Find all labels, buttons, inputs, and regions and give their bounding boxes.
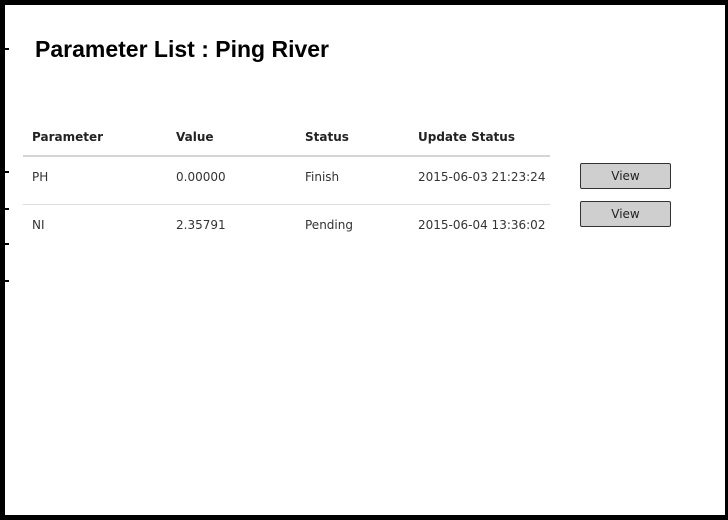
edge-tick bbox=[5, 280, 9, 282]
page-title: Parameter List : Ping River bbox=[35, 36, 329, 62]
edge-tick bbox=[5, 208, 9, 210]
view-button-ni[interactable]: View bbox=[580, 201, 671, 227]
view-button-ph[interactable]: View bbox=[580, 163, 671, 189]
parameter-cell: PH bbox=[32, 170, 49, 184]
edge-tick bbox=[5, 48, 9, 50]
table-row: PH 0.00000 Finish 2015-06-03 21:23:24 bbox=[23, 157, 550, 205]
edge-tick bbox=[5, 243, 9, 245]
edge-tick bbox=[5, 171, 9, 173]
column-header-status: Status bbox=[305, 130, 349, 144]
parameter-table: Parameter Value Status Update Status PH … bbox=[23, 120, 550, 252]
value-cell: 2.35791 bbox=[176, 218, 226, 232]
page-frame bbox=[0, 0, 728, 520]
update-status-cell: 2015-06-03 21:23:24 bbox=[418, 170, 546, 184]
parameter-cell: NI bbox=[32, 218, 45, 232]
update-status-cell: 2015-06-04 13:36:02 bbox=[418, 218, 546, 232]
status-cell: Pending bbox=[305, 218, 353, 232]
table-header: Parameter Value Status Update Status bbox=[23, 120, 550, 157]
status-cell: Finish bbox=[305, 170, 340, 184]
table-row: NI 2.35791 Pending 2015-06-04 13:36:02 bbox=[23, 205, 550, 252]
column-header-update-status: Update Status bbox=[418, 130, 515, 144]
column-header-parameter: Parameter bbox=[32, 130, 104, 144]
column-header-value: Value bbox=[176, 130, 214, 144]
value-cell: 0.00000 bbox=[176, 170, 226, 184]
